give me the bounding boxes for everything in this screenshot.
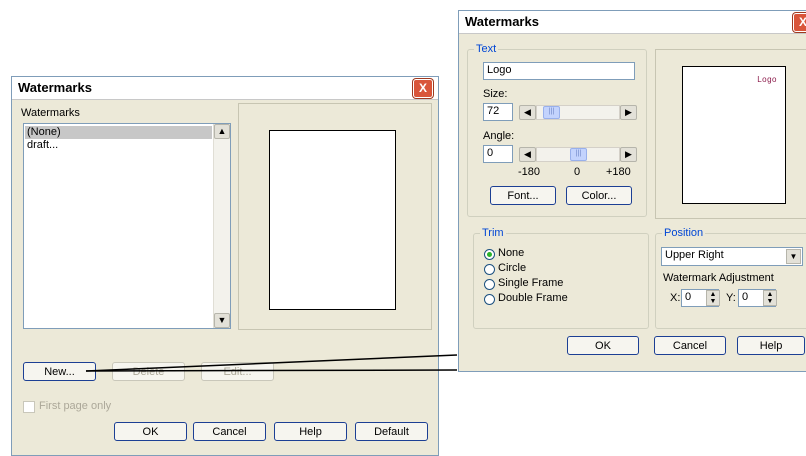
size-label: Size:	[483, 88, 508, 100]
x-offset-spinner-icon[interactable]: ▲ ▼	[706, 290, 720, 306]
dialog-title: Watermarks	[18, 80, 92, 95]
list-item[interactable]: draft...	[25, 139, 212, 152]
cancel-button[interactable]: Cancel	[193, 422, 266, 441]
trim-group-label: Trim	[480, 227, 506, 239]
page-preview	[269, 130, 396, 310]
close-icon[interactable]: X	[413, 79, 433, 98]
position-select-value: Upper Right	[665, 249, 724, 261]
trim-double-frame-label: Double Frame	[498, 292, 568, 304]
list-item[interactable]: (None)	[25, 126, 212, 139]
scroll-up-icon[interactable]: ▲	[214, 124, 230, 139]
scroll-down-icon[interactable]: ▼	[214, 313, 230, 328]
angle-slider[interactable]: ◀ ||| ▶	[519, 147, 637, 162]
page-preview: Logo	[682, 66, 786, 204]
cancel-button[interactable]: Cancel	[654, 336, 726, 355]
ok-button[interactable]: OK	[567, 336, 639, 355]
angle-decrease-icon[interactable]: ◀	[519, 147, 536, 162]
trim-none-radio[interactable]	[484, 249, 495, 260]
trim-single-frame-radio[interactable]	[484, 279, 495, 290]
text-group: Text Logo Size: 72 ◀ ||| ▶ Angle: 0 ◀ ||…	[467, 43, 647, 217]
size-decrease-icon[interactable]: ◀	[519, 105, 536, 120]
size-slider-thumb[interactable]: |||	[543, 106, 560, 119]
delete-button[interactable]: Delete	[112, 362, 185, 381]
size-input[interactable]: 72	[483, 103, 513, 121]
help-button[interactable]: Help	[737, 336, 805, 355]
watermarks-list-label: Watermarks	[21, 107, 80, 119]
color-button[interactable]: Color...	[566, 186, 632, 205]
watermark-adjustment-label: Watermark Adjustment	[663, 272, 774, 284]
chevron-down-icon[interactable]: ▼	[786, 249, 801, 264]
trim-circle-label: Circle	[498, 262, 527, 274]
size-slider-track[interactable]: |||	[536, 105, 620, 120]
first-page-label: First page only	[39, 400, 112, 412]
font-button[interactable]: Font...	[490, 186, 556, 205]
angle-mid-label: 0	[574, 166, 581, 178]
trim-circle-radio[interactable]	[484, 264, 495, 275]
watermark-text-input[interactable]: Logo	[483, 62, 635, 80]
edit-button[interactable]: Edit...	[201, 362, 274, 381]
preview-panel	[238, 103, 432, 330]
ok-button[interactable]: OK	[114, 422, 187, 441]
position-group: Position Upper Right ▼ Watermark Adjustm…	[655, 227, 806, 329]
angle-input[interactable]: 0	[483, 145, 513, 163]
x-label: X:	[670, 292, 681, 304]
help-button[interactable]: Help	[274, 422, 347, 441]
angle-increase-icon[interactable]: ▶	[620, 147, 637, 162]
dialog-title: Watermarks	[465, 14, 539, 29]
angle-slider-thumb[interactable]: |||	[570, 148, 587, 161]
position-group-label: Position	[662, 227, 706, 239]
title-bar: Watermarks X	[12, 77, 438, 100]
trim-double-frame-radio[interactable]	[484, 294, 495, 305]
list-scrollbar[interactable]: ▲ ▼	[213, 124, 230, 328]
y-label: Y:	[726, 292, 736, 304]
text-group-label: Text	[474, 43, 499, 55]
preview-panel: Logo	[655, 49, 806, 219]
angle-max-label: +180	[606, 166, 631, 178]
default-button[interactable]: Default	[355, 422, 428, 441]
watermarks-dialog-main: Watermarks X Watermarks (None) draft... …	[11, 76, 439, 456]
close-icon[interactable]: X	[793, 13, 806, 32]
watermarks-dialog-edit: Watermarks X Text Logo Size: 72 ◀ ||| ▶ …	[458, 10, 806, 372]
size-slider[interactable]: ◀ ||| ▶	[519, 105, 637, 120]
list-item-label: (None)	[27, 126, 61, 138]
first-page-checkbox[interactable]	[23, 401, 35, 413]
new-button[interactable]: New...	[23, 362, 96, 381]
title-bar: Watermarks X	[459, 11, 806, 34]
angle-min-label: -180	[518, 166, 541, 178]
trim-group: Trim None Circle Single Frame Double Fra…	[473, 227, 649, 329]
trim-single-frame-label: Single Frame	[498, 277, 564, 289]
watermarks-listbox[interactable]: (None) draft... ▲ ▼	[23, 123, 231, 329]
size-increase-icon[interactable]: ▶	[620, 105, 637, 120]
preview-watermark-text: Logo	[757, 75, 777, 84]
trim-none-label: None	[498, 247, 525, 259]
angle-slider-track[interactable]: |||	[536, 147, 620, 162]
y-offset-spinner-icon[interactable]: ▲ ▼	[763, 290, 777, 306]
list-item-label: draft...	[27, 139, 59, 151]
position-select[interactable]: Upper Right ▼	[661, 247, 803, 266]
angle-label: Angle:	[483, 130, 515, 142]
